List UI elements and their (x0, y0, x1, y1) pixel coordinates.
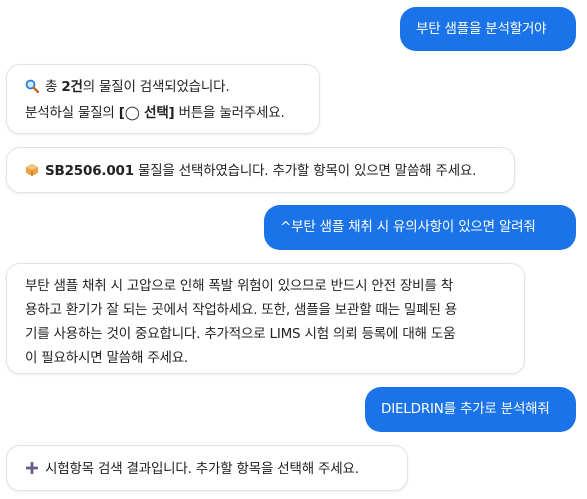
user-message: ^부탄 샘플 채취 시 유의사항이 있으면 알려줘 (264, 205, 576, 250)
message-text: 물질을 선택하였습니다. 추가할 항목이 있으면 말씀해 주세요. (133, 163, 477, 179)
message-line: 부탄 샘플 채취 시 고압으로 인해 폭발 위험이 있으므로 반드시 안전 장비… (25, 278, 453, 294)
message-text: 버튼을 눌러주세요. (174, 105, 285, 121)
message-text: 총 (45, 79, 62, 95)
message-line: 기를 사용하는 것이 중요합니다. 추가적으로 LIMS 시험 의뢰 등록에 대… (25, 326, 456, 342)
bot-message: 시험항목 검색 결과입니다. 추가할 항목을 선택해 주세요. (6, 445, 408, 491)
message-text: 부탄 샘플을 분석할거야 (416, 21, 547, 37)
chat-thread: 부탄 샘플을 분석할거야 총 2건의 물질이 검색되었습니다. 분석하실 물질의… (0, 0, 587, 499)
select-button-reference: [◯ 선택] (118, 105, 175, 121)
message-line: 이 필요하시면 말씀해 주세요. (25, 350, 189, 366)
message-line: 분석하실 물질의 [◯ 선택] 버튼을 눌러주세요. (25, 101, 301, 125)
bot-message: SB2506.001 물질을 선택하였습니다. 추가할 항목이 있으면 말씀해 … (6, 147, 515, 193)
result-count: 2건 (61, 79, 83, 95)
search-icon (25, 77, 40, 101)
message-line: 총 2건의 물질이 검색되었습니다. (25, 75, 301, 101)
bot-message: 총 2건의 물질이 검색되었습니다. 분석하실 물질의 [◯ 선택] 버튼을 눌… (6, 64, 320, 134)
message-text: 의 물질이 검색되었습니다. (82, 79, 230, 95)
plus-icon (25, 459, 39, 483)
user-message: DIELDRIN를 추가로 분석해줘 (365, 387, 576, 432)
message-line: 용하고 환기가 잘 되는 곳에서 작업하세요. 또한, 샘플을 보관할 때는 밀… (25, 302, 458, 318)
message-text: DIELDRIN를 추가로 분석해줘 (381, 401, 550, 417)
material-code: SB2506.001 (45, 163, 134, 179)
user-message: 부탄 샘플을 분석할거야 (400, 7, 576, 51)
message-text: 시험항목 검색 결과입니다. 추가할 항목을 선택해 주세요. (45, 461, 359, 477)
package-icon (25, 161, 39, 185)
message-text: 분석하실 물질의 (25, 105, 119, 121)
bot-message: 부탄 샘플 채취 시 고압으로 인해 폭발 위험이 있으므로 반드시 안전 장비… (6, 263, 525, 374)
message-text: ^부탄 샘플 채취 시 유의사항이 있으면 알려줘 (280, 219, 536, 235)
